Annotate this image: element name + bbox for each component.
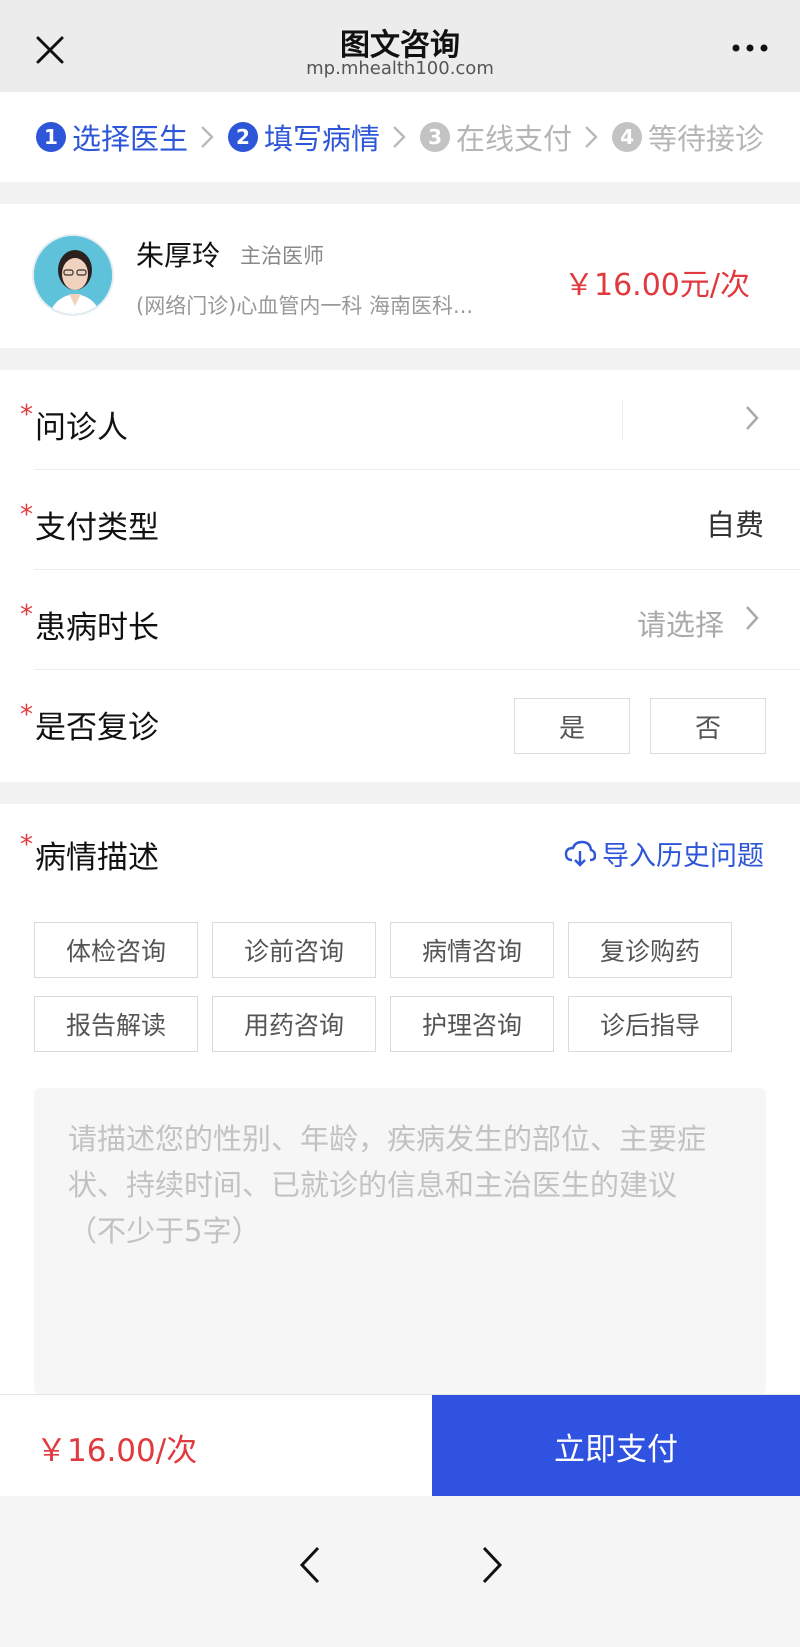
pay-type-row: *支付类型 自费 [0,470,800,570]
import-history-label: 导入历史问题 [602,841,764,872]
duration-label: *患病时长 [20,600,159,646]
step-label: 在线支付 [456,122,573,156]
tag-button[interactable]: 用药咨询 [212,996,376,1052]
tag-button[interactable]: 报告解读 [34,996,198,1052]
import-history-button[interactable]: 导入历史问题 [564,834,764,873]
chevron-right-icon [393,126,406,148]
top-bar: 图文咨询 mp.mhealth100.com [0,0,800,92]
step-label: 填写病情 [264,122,381,156]
duration-select[interactable]: 请选择 [637,602,724,644]
step-wait-consultation: 4 等待接诊 [612,116,764,158]
chevron-right-icon[interactable] [744,404,760,432]
back-arrow-icon[interactable] [290,1540,330,1590]
doctor-title: 主治医师 [240,244,324,268]
revisit-yes-button[interactable]: 是 [514,698,630,754]
description-textarea[interactable]: 请描述您的性别、年龄，疾病发生的部位、主要症状、持续时间、已就诊的信息和主治医生… [34,1088,766,1394]
doctor-name: 朱厚玲 [136,239,221,272]
pay-now-button[interactable]: 立即支付 [432,1395,800,1497]
page-url: mp.mhealth100.com [306,58,494,79]
step-online-payment: 3 在线支付 [420,116,572,158]
forward-arrow-icon[interactable] [472,1540,512,1590]
revisit-label: *是否复诊 [20,700,159,746]
tag-button[interactable]: 病情咨询 [390,922,554,978]
duration-row[interactable]: *患病时长 请选择 [0,570,800,670]
consultation-form: *问诊人 *支付类型 自费 *患病时长 请选择 *是否复诊 是 否 [0,370,800,782]
step-number: 3 [420,122,451,152]
tag-button[interactable]: 诊前咨询 [212,922,376,978]
doctor-avatar [32,234,114,316]
step-select-doctor: 1 选择医生 [36,116,188,158]
tag-button[interactable]: 诊后指导 [568,996,732,1052]
more-icon[interactable] [730,38,770,58]
description-section: *病情描述 导入历史问题 体检咨询 诊前咨询 病情咨询 复诊购药 报告解读 用药… [0,804,800,1394]
revisit-no-button[interactable]: 否 [650,698,766,754]
doctor-card: 朱厚玲 主治医师 (网络门诊)心血管内一科 海南医科... ￥16.00元/次 [0,204,800,348]
doctor-price: ￥16.00元/次 [564,268,750,303]
step-number: 4 [612,122,643,152]
doctor-department: (网络门诊)心血管内一科 海南医科... [136,294,474,318]
step-label: 等待接诊 [648,122,765,156]
chevron-right-icon[interactable] [744,604,760,632]
pay-bar: ￥16.00/次 立即支付 [0,1394,800,1497]
patient-row[interactable]: *问诊人 [0,370,800,470]
pay-type-value: 自费 [705,508,764,542]
tag-button[interactable]: 体检咨询 [34,922,198,978]
step-label: 选择医生 [72,122,189,156]
step-fill-condition: 2 填写病情 [228,116,380,158]
tag-button[interactable]: 护理咨询 [390,996,554,1052]
pay-type-label: *支付类型 [20,500,159,546]
browser-nav-bar [0,1496,800,1647]
step-number: 2 [228,122,259,152]
progress-steps: 1 选择医生 2 填写病情 3 在线支付 4 等待接诊 [0,92,800,182]
chevron-right-icon [585,126,598,148]
step-number: 1 [36,122,66,152]
description-placeholder: 请描述您的性别、年龄，疾病发生的部位、主要症状、持续时间、已就诊的信息和主治医生… [68,1122,707,1248]
description-label: *病情描述 [20,830,159,876]
revisit-row: *是否复诊 是 否 [0,670,800,770]
total-price: ￥16.00/次 [36,1433,198,1469]
patient-label: *问诊人 [20,400,128,446]
separator [622,400,623,440]
cloud-download-icon [564,840,596,867]
chevron-right-icon [201,126,214,148]
tag-button[interactable]: 复诊购药 [568,922,732,978]
